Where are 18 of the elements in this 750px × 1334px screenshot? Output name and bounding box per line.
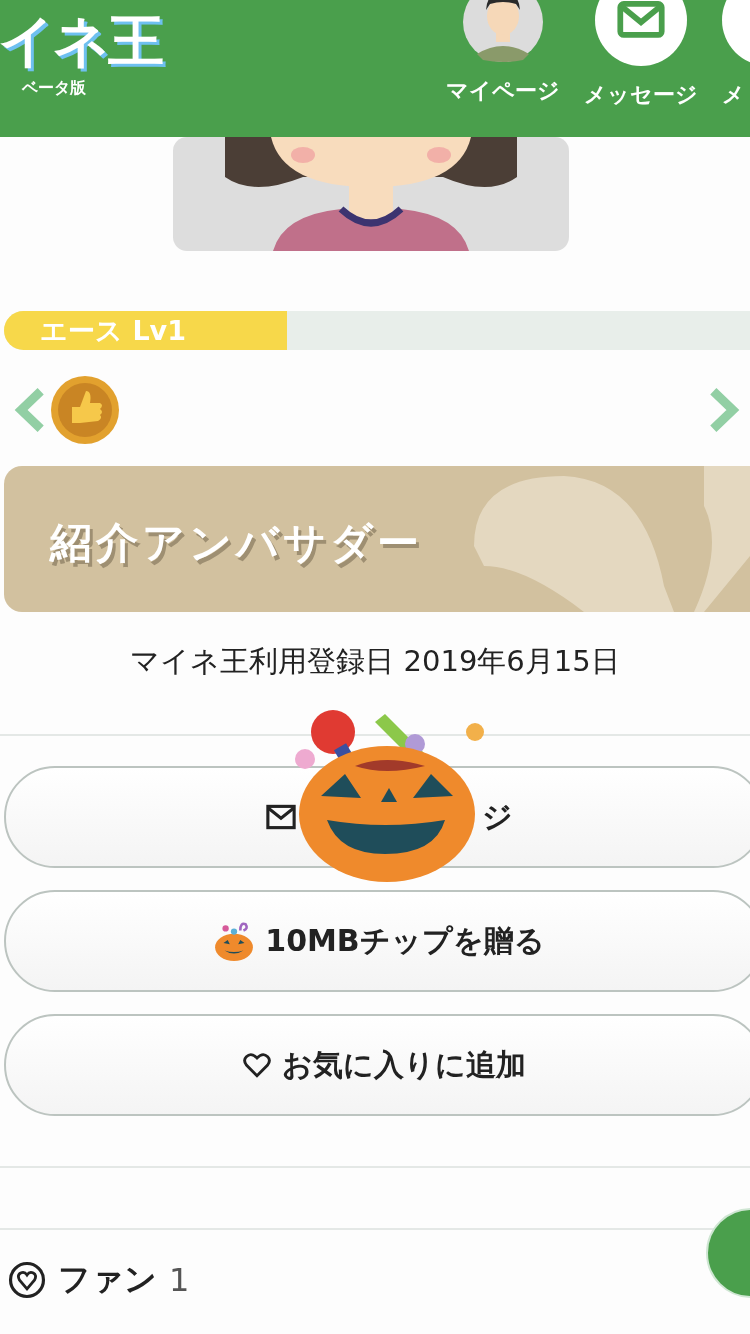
- rank-label: エース Lv1: [40, 313, 186, 348]
- nav-item[interactable]: メ: [722, 0, 750, 137]
- fans-label: ファン: [58, 1259, 157, 1300]
- mail-icon: [266, 804, 296, 830]
- heart-icon: [242, 1052, 272, 1078]
- avatar-icon: [463, 0, 543, 62]
- nav-item[interactable]: マイページ: [446, 0, 560, 137]
- fans-count: 1: [169, 1261, 190, 1299]
- heart-circle-icon: [8, 1261, 46, 1299]
- pumpkin-icon: [213, 920, 256, 962]
- thumbs-up-medal-icon: [50, 375, 120, 445]
- favorite-button[interactable]: お気に入りに追加: [4, 1014, 750, 1116]
- logo[interactable]: イネ王: [0, 4, 162, 78]
- nav-item[interactable]: メッセージ: [584, 0, 698, 137]
- badge-title: 紹介アンバサダー: [50, 517, 423, 569]
- tip-button[interactable]: 10MBチップを贈る: [4, 890, 750, 992]
- registration-date: マイネ王利用登録日 2019年6月15日: [129, 643, 621, 680]
- beta-label: ベータ版: [22, 78, 86, 99]
